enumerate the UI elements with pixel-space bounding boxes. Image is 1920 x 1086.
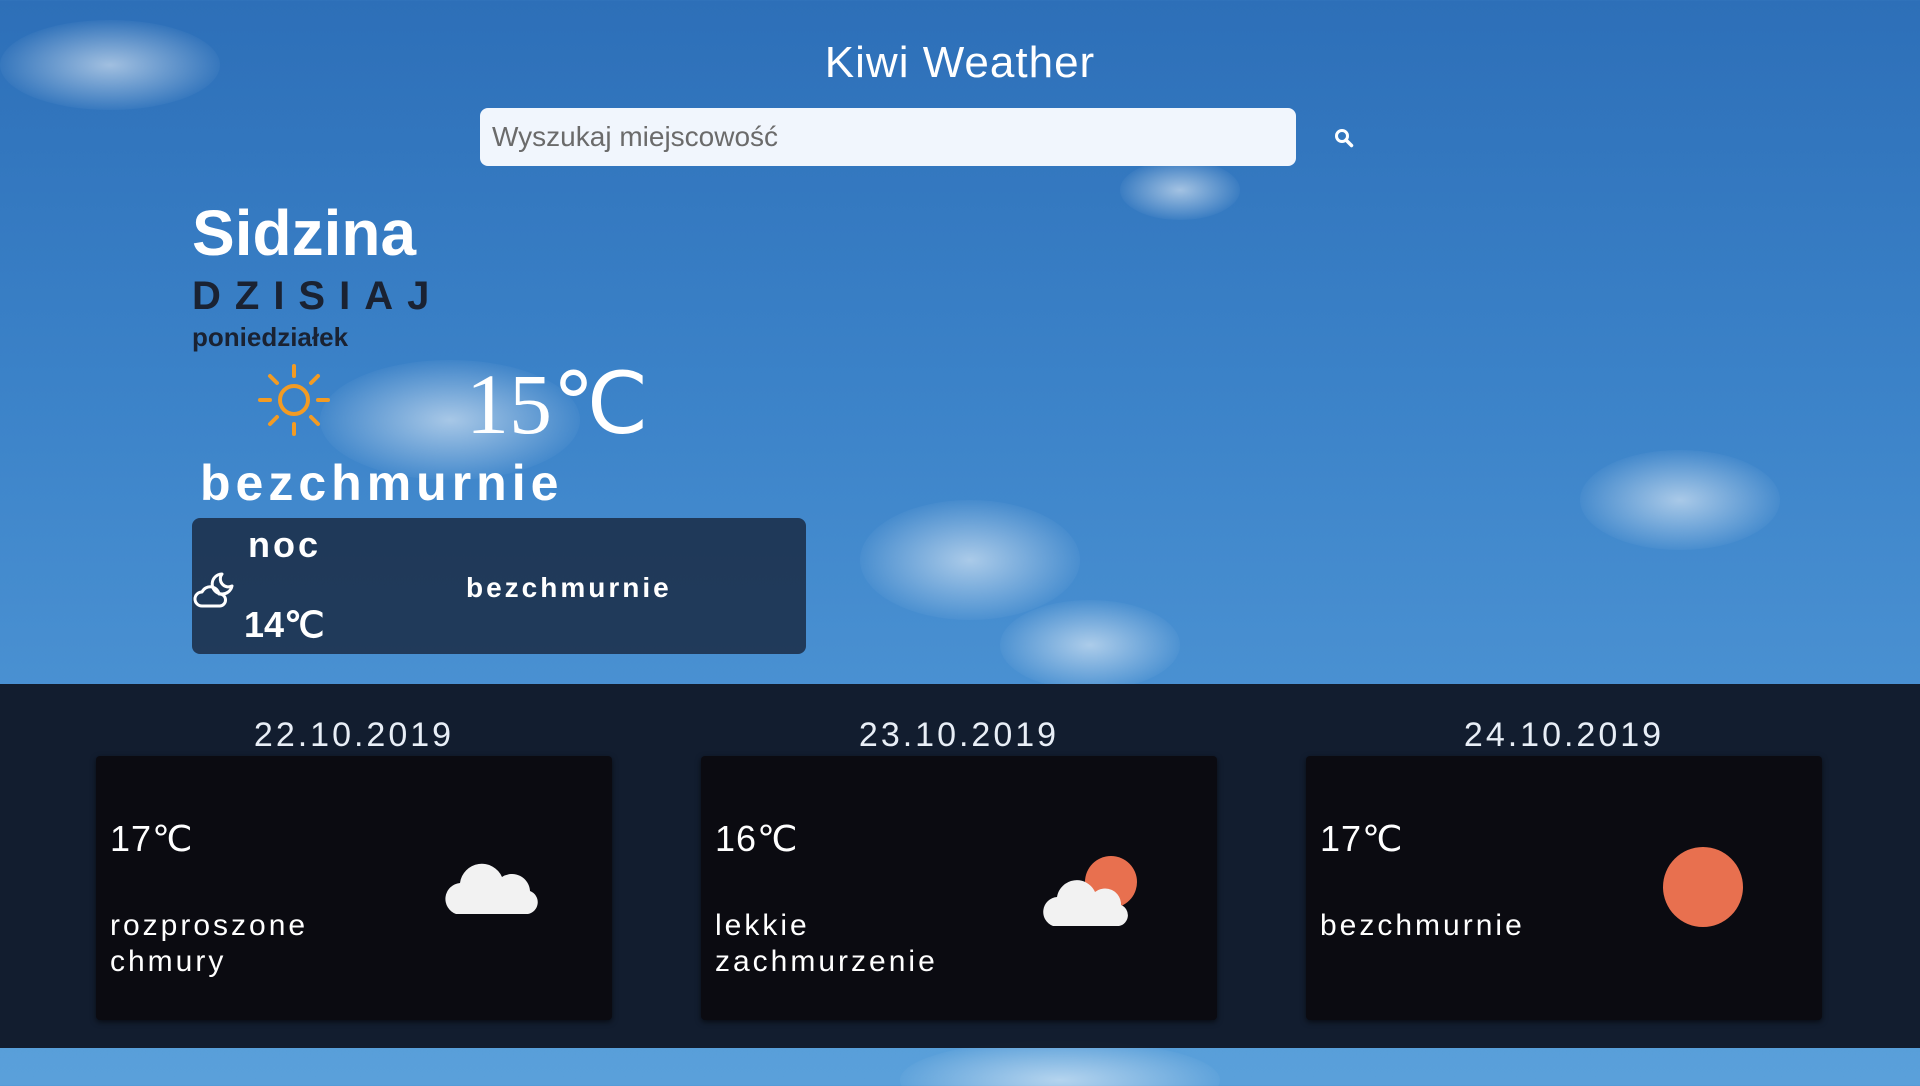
current-temperature: 15℃ — [466, 356, 649, 452]
forecast-temperature: 16℃ — [715, 818, 799, 859]
forecast-temperature: 17℃ — [1320, 818, 1404, 859]
city-name: Sidzina — [192, 197, 417, 269]
forecast-description: lekkie zachmurzenie — [715, 909, 938, 978]
moon-cloud-icon — [193, 572, 234, 608]
forecast-card[interactable]: 16℃ lekkie zachmurzenie — [701, 756, 1217, 1020]
forecast-card[interactable]: 17℃ rozproszone chmury — [96, 756, 612, 1020]
night-temperature: 14℃ — [244, 604, 325, 645]
forecast-date: 23.10.2019 — [858, 716, 1060, 754]
sun-icon — [1663, 847, 1743, 927]
sky-cloud — [1000, 600, 1180, 690]
sky-cloud — [1580, 450, 1780, 550]
forecast-temperature: 17℃ — [110, 818, 194, 859]
cloud-icon — [445, 863, 538, 914]
current-description: bezchmurnie — [200, 455, 564, 511]
forecast-date: 24.10.2019 — [1463, 716, 1665, 754]
forecast-date: 22.10.2019 — [253, 716, 455, 754]
forecast-description: bezchmurnie — [1320, 909, 1525, 942]
search-button[interactable] — [1326, 120, 1362, 156]
search-icon — [1335, 129, 1354, 148]
sky-cloud — [860, 500, 1080, 620]
app-title: Kiwi Weather — [824, 38, 1096, 87]
search-input[interactable] — [480, 108, 1296, 166]
sun-icon — [258, 364, 330, 436]
night-description: bezchmurnie — [466, 572, 672, 603]
sky-cloud — [1120, 160, 1240, 220]
forecast-description: rozproszone chmury — [110, 909, 309, 978]
forecast-card[interactable]: 17℃ bezchmurnie — [1306, 756, 1822, 1020]
search-bar — [480, 108, 1296, 166]
sun-behind-cloud-icon — [1043, 856, 1137, 926]
day-label: DZISIAJ — [192, 274, 444, 318]
weekday: poniedziałek — [192, 322, 349, 352]
night-label: noc — [248, 524, 322, 565]
